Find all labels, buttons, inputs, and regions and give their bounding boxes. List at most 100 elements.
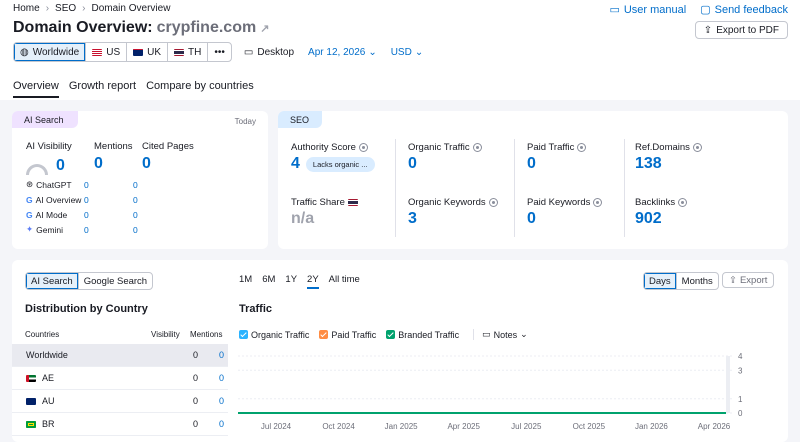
x-tick-label: Jul 2025	[511, 422, 542, 431]
region-us[interactable]: US	[86, 43, 128, 61]
table-row[interactable]: AE 0 0	[12, 367, 228, 390]
authority-note-badge[interactable]: Lacks organic ...	[305, 156, 375, 172]
checkbox-icon	[239, 330, 248, 339]
checkbox-icon	[386, 330, 396, 339]
chatgpt-icon: ⊛	[26, 179, 34, 189]
y-tick-label: 3	[738, 366, 743, 375]
currency-selector[interactable]: USD ⌄	[391, 47, 424, 58]
ref-domains-label: Ref.Domains	[635, 142, 702, 153]
breadcrumb-home[interactable]: Home	[13, 3, 40, 14]
notes-dropdown[interactable]: ▭ Notes ⌄	[473, 329, 528, 340]
period-6m[interactable]: 6M	[262, 274, 275, 289]
info-icon[interactable]	[488, 198, 498, 207]
backlinks-value[interactable]: 902	[635, 210, 662, 228]
ai-visibility-metric: 0	[26, 157, 65, 175]
send-feedback-link[interactable]: ▢ Send feedback	[700, 3, 788, 17]
divider	[624, 139, 625, 237]
gemini-icon: ✦	[26, 224, 34, 234]
table-row[interactable]: Worldwide 0 0	[12, 344, 228, 367]
table-row[interactable]: AU 0 0	[12, 390, 228, 413]
breadcrumb-current: Domain Overview	[91, 3, 171, 14]
list-item: ⊛ ChatGPT 0 0	[26, 179, 138, 190]
cited-pages-value[interactable]: 0	[142, 155, 151, 173]
tab-overview[interactable]: Overview	[13, 80, 59, 98]
x-tick-label: Jul 2024	[261, 422, 292, 431]
x-tick-label: Apr 2026	[698, 422, 731, 431]
breadcrumb: Home › SEO › Domain Overview	[13, 3, 170, 14]
tab-growth-report[interactable]: Growth report	[69, 80, 136, 98]
divider	[514, 139, 515, 237]
date-label: Today	[234, 117, 256, 126]
toggle-months[interactable]: Months	[677, 273, 718, 289]
info-icon[interactable]	[472, 143, 482, 152]
x-tick-label: Jan 2025	[385, 422, 418, 431]
granularity-toggle: Days Months	[643, 272, 719, 290]
ai-search-card: AI Search Today AI Visibility 0 Mentions…	[12, 111, 268, 249]
ref-domains-value[interactable]: 138	[635, 155, 662, 173]
column-countries: Countries	[25, 330, 60, 339]
traffic-share-value: n/a	[291, 210, 315, 227]
column-visibility: Visibility	[151, 330, 180, 339]
region-worldwide[interactable]: ◍ Worldwide	[14, 43, 87, 61]
organic-traffic-label: Organic Traffic	[408, 142, 482, 153]
legend-branded-traffic[interactable]: Branded Traffic	[386, 330, 459, 340]
mentions-value[interactable]: 0	[94, 155, 103, 173]
organic-traffic-value[interactable]: 0	[408, 155, 417, 173]
date-selector[interactable]: Apr 12, 2026 ⌄	[308, 47, 377, 58]
period-2y[interactable]: 2Y	[307, 274, 319, 289]
info-icon[interactable]	[692, 143, 702, 152]
period-1y[interactable]: 1Y	[285, 274, 297, 289]
ai-visibility-value[interactable]: 0	[56, 157, 65, 175]
toggle-ai-search[interactable]: AI Search	[26, 273, 79, 289]
authority-score-label: Authority Score	[291, 142, 368, 153]
period-selector: 1M 6M 1Y 2Y All time	[239, 274, 360, 289]
legend-organic-traffic[interactable]: Organic Traffic	[239, 330, 309, 340]
table-row[interactable]: BR 0 0	[12, 413, 228, 436]
user-manual-link[interactable]: ▭ User manual	[609, 3, 686, 17]
th-flag-icon	[347, 199, 358, 206]
y-tick-label: 0	[738, 409, 743, 418]
ai-visibility-label: AI Visibility	[26, 141, 72, 152]
distribution-traffic-card: AI Search Google Search 1M 6M 1Y 2Y All …	[12, 260, 788, 442]
chevron-right-icon: ›	[82, 3, 86, 14]
traffic-title: Traffic	[239, 303, 273, 315]
list-item: G AI Mode 0 0	[26, 209, 138, 220]
filter-row: ◍ Worldwide US UK TH ••• ▭ Desktop Apr 1…	[13, 42, 423, 62]
globe-icon: ◍	[20, 46, 29, 58]
region-uk[interactable]: UK	[127, 43, 169, 61]
more-regions-button[interactable]: •••	[208, 43, 231, 61]
traffic-chart: 4 3 1 0 Jul 2024 Oct 2024 Jan 2025 Apr 2025 Jul …	[238, 352, 743, 431]
export-button[interactable]: ⇪ Export	[722, 272, 775, 288]
ai-search-badge: AI Search	[12, 111, 78, 128]
tab-compare-countries[interactable]: Compare by countries	[146, 80, 254, 98]
breadcrumb-seo[interactable]: SEO	[55, 3, 76, 14]
y-tick-label: 4	[738, 352, 743, 361]
organic-keywords-label: Organic Keywords	[408, 197, 498, 208]
toggle-google-search[interactable]: Google Search	[79, 273, 152, 289]
info-icon[interactable]	[358, 143, 368, 152]
period-1m[interactable]: 1M	[239, 274, 252, 289]
toggle-days[interactable]: Days	[644, 273, 677, 289]
region-th[interactable]: TH	[168, 43, 209, 61]
backlinks-label: Backlinks	[635, 197, 688, 208]
legend-paid-traffic[interactable]: Paid Traffic	[319, 330, 376, 340]
google-icon: G	[26, 209, 33, 220]
today-marker	[726, 356, 730, 413]
paid-traffic-value[interactable]: 0	[527, 155, 536, 173]
export-pdf-button[interactable]: ⇪ Export to PDF	[694, 21, 788, 39]
top-links: ▭ User manual ▢ Send feedback	[609, 3, 788, 17]
authority-score-value[interactable]: 4	[291, 155, 300, 173]
us-flag-icon	[92, 48, 103, 56]
external-link-icon[interactable]: ↗	[260, 22, 269, 35]
organic-keywords-value[interactable]: 3	[408, 210, 417, 228]
cited-pages-label: Cited Pages	[142, 141, 194, 152]
search-type-toggle: AI Search Google Search	[25, 272, 154, 290]
paid-keywords-value[interactable]: 0	[527, 210, 536, 228]
uk-flag-icon	[133, 48, 144, 56]
info-icon[interactable]	[593, 198, 603, 207]
info-icon[interactable]	[678, 198, 688, 207]
period-all-time[interactable]: All time	[329, 274, 360, 289]
device-selector[interactable]: ▭ Desktop	[244, 47, 294, 58]
authority-score-metric: 4 Lacks organic ...	[291, 155, 375, 173]
info-icon[interactable]	[577, 143, 587, 152]
